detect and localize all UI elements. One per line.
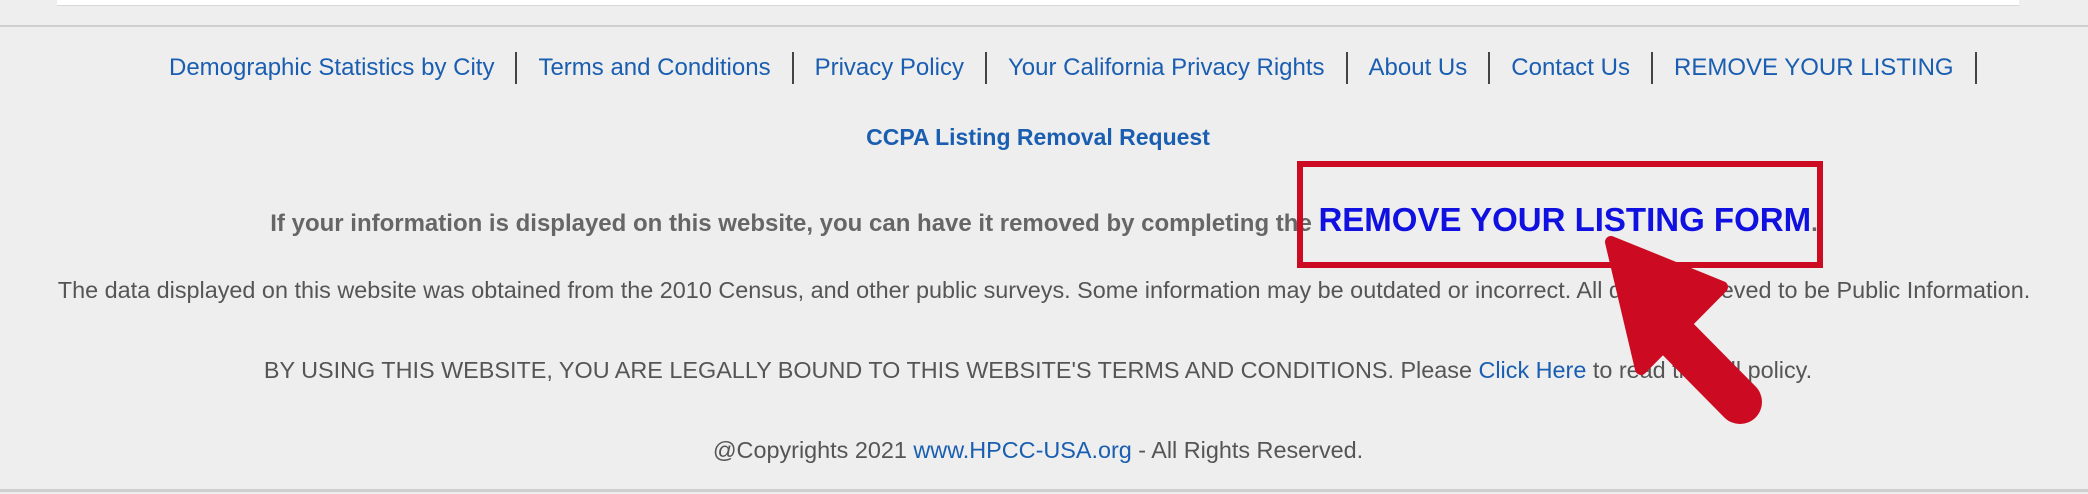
copyright-line: @Copyrights 2021 www.HPCC-USA.org - All … bbox=[0, 437, 2076, 464]
annotation-highlight-box bbox=[1297, 161, 1823, 268]
footer-link-remove-listing[interactable]: REMOVE YOUR LISTING bbox=[1653, 54, 1975, 82]
footer-link-terms[interactable]: Terms and Conditions bbox=[517, 54, 791, 82]
removal-notice-text: If your information is displayed on this… bbox=[270, 210, 1319, 237]
ccpa-removal-link[interactable]: CCPA Listing Removal Request bbox=[866, 124, 1210, 150]
nav-separator bbox=[1974, 52, 1977, 84]
terms-click-here-link[interactable]: Click Here bbox=[1478, 357, 1586, 383]
copyright-text: @Copyrights 2021 bbox=[712, 437, 914, 463]
legal-notice-text: BY USING THIS WEBSITE, YOU ARE LEGALLY B… bbox=[263, 357, 1479, 383]
footer-link-demographic-statistics[interactable]: Demographic Statistics by City bbox=[148, 54, 515, 82]
legal-notice-suffix: to read the full policy. bbox=[1586, 357, 1813, 383]
footer-top-divider bbox=[0, 25, 2088, 27]
footer-link-contact-us[interactable]: Contact Us bbox=[1490, 54, 1651, 82]
footer-nav: Demographic Statistics by City Terms and… bbox=[148, 50, 1988, 86]
copyright-suffix: - All Rights Reserved. bbox=[1131, 437, 1364, 463]
legal-notice: BY USING THIS WEBSITE, YOU ARE LEGALLY B… bbox=[0, 357, 2076, 384]
content-card-bottom-edge bbox=[57, 0, 2019, 6]
footer-link-california-privacy[interactable]: Your California Privacy Rights bbox=[987, 54, 1346, 82]
ccpa-section: CCPA Listing Removal Request bbox=[0, 124, 2076, 151]
footer-link-about-us[interactable]: About Us bbox=[1348, 54, 1489, 82]
data-disclaimer: The data displayed on this website was o… bbox=[57, 277, 2031, 303]
site-url-link[interactable]: www.HPCC-USA.org bbox=[913, 437, 1131, 463]
footer-bottom-divider bbox=[0, 489, 2088, 492]
footer-link-privacy-policy[interactable]: Privacy Policy bbox=[794, 54, 985, 82]
